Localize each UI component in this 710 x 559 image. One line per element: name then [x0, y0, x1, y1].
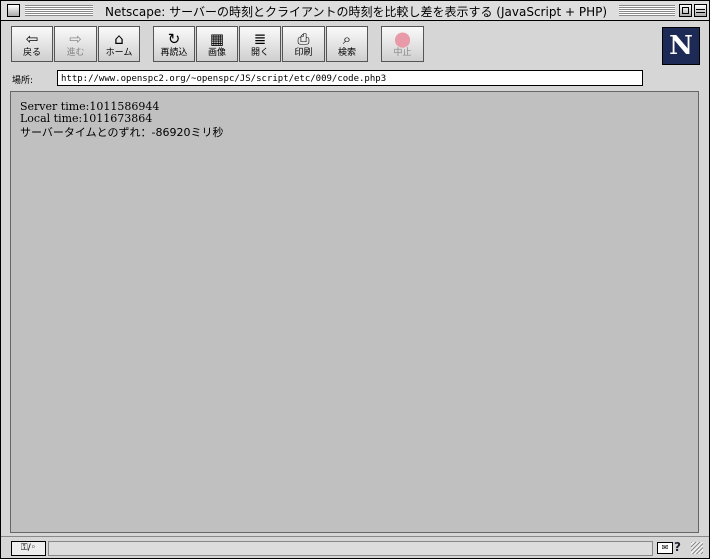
- status-message-field: [48, 541, 653, 556]
- reload-icon: ↻: [167, 30, 181, 48]
- title-stripes-left: [25, 5, 93, 16]
- forward-label: 進む: [66, 48, 85, 58]
- home-icon: ⌂: [114, 30, 124, 48]
- printer-icon: ⎙: [297, 30, 310, 48]
- find-button[interactable]: ⌕ 検索: [326, 26, 368, 62]
- open-icon: ≣: [253, 30, 267, 48]
- mail-icon[interactable]: ✉: [657, 542, 673, 554]
- title-stripes-right: [619, 5, 675, 16]
- window-title: Netscape: サーバーの時刻とクライアントの時刻を比較し差を表示する (J…: [97, 3, 615, 20]
- stop-label: 中止: [393, 48, 412, 58]
- location-bar: 場所: http://www.openspc2.org/~openspc/JS/…: [1, 68, 709, 90]
- location-input[interactable]: http://www.openspc2.org/~openspc/JS/scri…: [57, 70, 643, 86]
- title-bar[interactable]: Netscape: サーバーの時刻とクライアントの時刻を比較し差を表示する (J…: [1, 1, 709, 21]
- location-label: 場所:: [12, 76, 34, 86]
- navigation-toolbar: ⇦ 戻る ⇨ 進む ⌂ ホーム ↻ 再読込 ▦ 画像 ≣ 開く ⎙ 印刷 ⌕ 検: [1, 21, 709, 67]
- binoculars-icon: ⌕: [342, 30, 352, 48]
- zoom-box[interactable]: [679, 4, 692, 17]
- print-label: 印刷: [294, 48, 313, 58]
- forward-button[interactable]: ⇨ 進む: [54, 26, 97, 62]
- resize-grip[interactable]: [691, 542, 703, 554]
- collapse-box[interactable]: [694, 4, 707, 17]
- open-label: 開く: [250, 48, 269, 58]
- open-button[interactable]: ≣ 開く: [239, 26, 281, 62]
- help-icon[interactable]: ?: [674, 540, 681, 554]
- netscape-logo: N: [662, 27, 700, 65]
- back-button[interactable]: ⇦ 戻る: [11, 26, 53, 62]
- find-label: 検索: [337, 48, 356, 58]
- home-button[interactable]: ⌂ ホーム: [98, 26, 140, 62]
- images-icon: ▦: [209, 30, 225, 48]
- stop-icon: ⬤: [394, 30, 411, 48]
- reload-button[interactable]: ↻ 再読込: [153, 26, 195, 62]
- page-content: Server time:1011586944 Local time:101167…: [10, 91, 699, 533]
- stop-button[interactable]: ⬤ 中止: [381, 26, 424, 62]
- back-label: 戻る: [22, 48, 41, 58]
- print-button[interactable]: ⎙ 印刷: [282, 26, 325, 62]
- forward-arrow-icon: ⇨: [69, 30, 82, 48]
- reload-label: 再読込: [160, 48, 188, 58]
- images-button[interactable]: ▦ 画像: [196, 26, 238, 62]
- security-lock-icon[interactable]: ⚿/◦: [11, 541, 46, 556]
- browser-window: Netscape: サーバーの時刻とクライアントの時刻を比較し差を表示する (J…: [0, 0, 710, 559]
- back-arrow-icon: ⇦: [25, 30, 39, 48]
- status-bar: ⚿/◦ ✉ ?: [1, 536, 709, 559]
- images-label: 画像: [207, 48, 226, 58]
- time-difference-text: サーバータイムとのずれ：-86920ミリ秒: [20, 126, 224, 139]
- home-label: ホーム: [105, 48, 133, 58]
- close-box[interactable]: [7, 4, 20, 17]
